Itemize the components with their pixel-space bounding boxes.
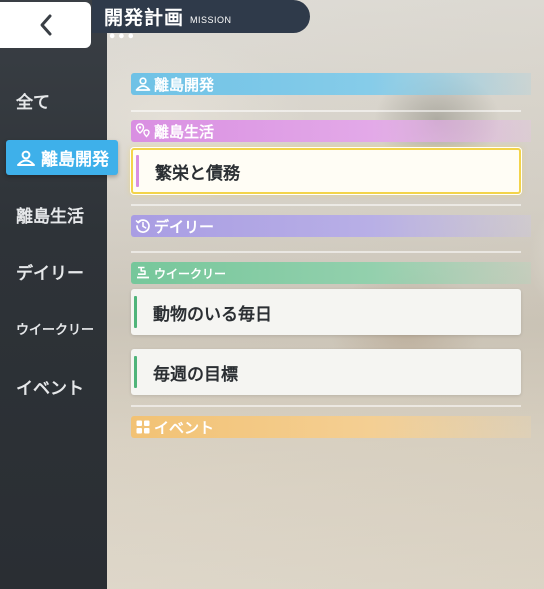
- mission-card-weekly-goals[interactable]: 毎週の目標: [131, 349, 521, 395]
- sidebar-item-daily[interactable]: デイリー: [0, 254, 107, 288]
- sidebar-item-label: 離島生活: [16, 206, 84, 226]
- sidebar-item-label: デイリー: [16, 263, 84, 283]
- title-dots: •••: [108, 30, 136, 45]
- mission-card-days-with-animals[interactable]: 動物のいる毎日: [131, 289, 521, 335]
- grid-icon: [136, 420, 150, 434]
- sidebar-item-label: イベント: [16, 378, 84, 398]
- sidebar: 全て 離島開発 離島生活 デイリー ウイークリー イベント: [0, 0, 118, 589]
- sidebar-item-label: 全て: [16, 92, 50, 112]
- divider: [131, 405, 521, 407]
- sidebar-item-island-life[interactable]: 離島生活: [0, 197, 107, 231]
- page-title: 開発計画: [104, 8, 185, 29]
- sidebar-item-label: 離島開発: [41, 150, 109, 169]
- mission-card-prosperity-and-debt[interactable]: 繁栄と債務: [131, 148, 521, 194]
- section-header-daily: デイリー: [131, 215, 531, 237]
- section-label: 離島生活: [154, 123, 215, 141]
- sidebar-item-weekly[interactable]: ウイークリー: [0, 311, 107, 345]
- history-icon: [135, 219, 150, 233]
- section-label: イベント: [154, 419, 215, 437]
- section-header-island-life: 離島生活: [131, 120, 531, 142]
- mission-title: 動物のいる毎日: [153, 304, 272, 324]
- section-label: デイリー: [154, 218, 215, 236]
- mission-title: 毎週の目標: [153, 364, 238, 384]
- divider: [131, 110, 521, 112]
- divider: [131, 251, 521, 253]
- person-pin-icon: [135, 77, 151, 91]
- section-header-island-development: 離島開発: [131, 73, 531, 95]
- section-header-weekly: ウイークリー: [131, 262, 531, 284]
- person-pin-icon: [17, 150, 35, 166]
- sidebar-item-island-development[interactable]: 離島開発: [6, 140, 118, 175]
- card-accent-bar: [134, 356, 137, 388]
- back-button[interactable]: [0, 2, 91, 48]
- page-title-bar: 開発計画 MISSION: [92, 0, 310, 33]
- card-accent-bar: [136, 155, 139, 187]
- sidebar-item-label: ウイークリー: [16, 321, 95, 337]
- location-pins-icon: [135, 123, 150, 138]
- mission-title: 繁栄と債務: [155, 163, 240, 183]
- page-subtitle: MISSION: [190, 14, 232, 25]
- chevron-left-icon: [40, 14, 51, 36]
- calendar-icon: [137, 266, 149, 279]
- section-header-event: イベント: [131, 416, 531, 438]
- card-accent-bar: [134, 296, 137, 328]
- sidebar-item-all[interactable]: 全て: [0, 83, 107, 117]
- section-label: ウイークリー: [154, 266, 227, 281]
- sidebar-item-event[interactable]: イベント: [0, 369, 107, 403]
- divider: [131, 204, 521, 206]
- section-label: 離島開発: [154, 76, 215, 94]
